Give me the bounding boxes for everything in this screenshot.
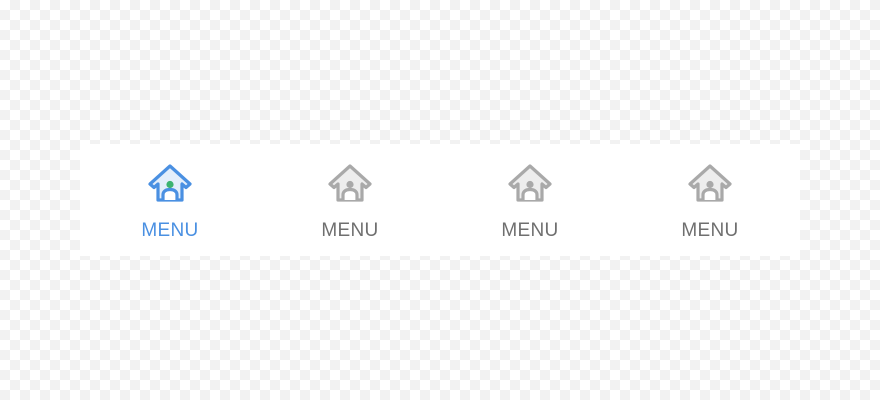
tab-label: MENU bbox=[501, 220, 559, 241]
house-user-icon bbox=[326, 160, 374, 206]
tab-menu-4[interactable]: MENU bbox=[620, 144, 800, 256]
house-user-icon bbox=[686, 160, 734, 206]
tab-label: MENU bbox=[681, 220, 739, 241]
tab-label: MENU bbox=[321, 220, 379, 241]
tab-menu-2[interactable]: MENU bbox=[260, 144, 440, 256]
tab-menu-3[interactable]: MENU bbox=[440, 144, 620, 256]
tab-menu-1[interactable]: MENU bbox=[80, 144, 260, 256]
tab-label: MENU bbox=[141, 220, 199, 241]
house-user-icon bbox=[146, 160, 194, 206]
house-user-icon bbox=[506, 160, 554, 206]
bottom-tab-bar: MENU MENU MENU MENU bbox=[80, 144, 800, 256]
